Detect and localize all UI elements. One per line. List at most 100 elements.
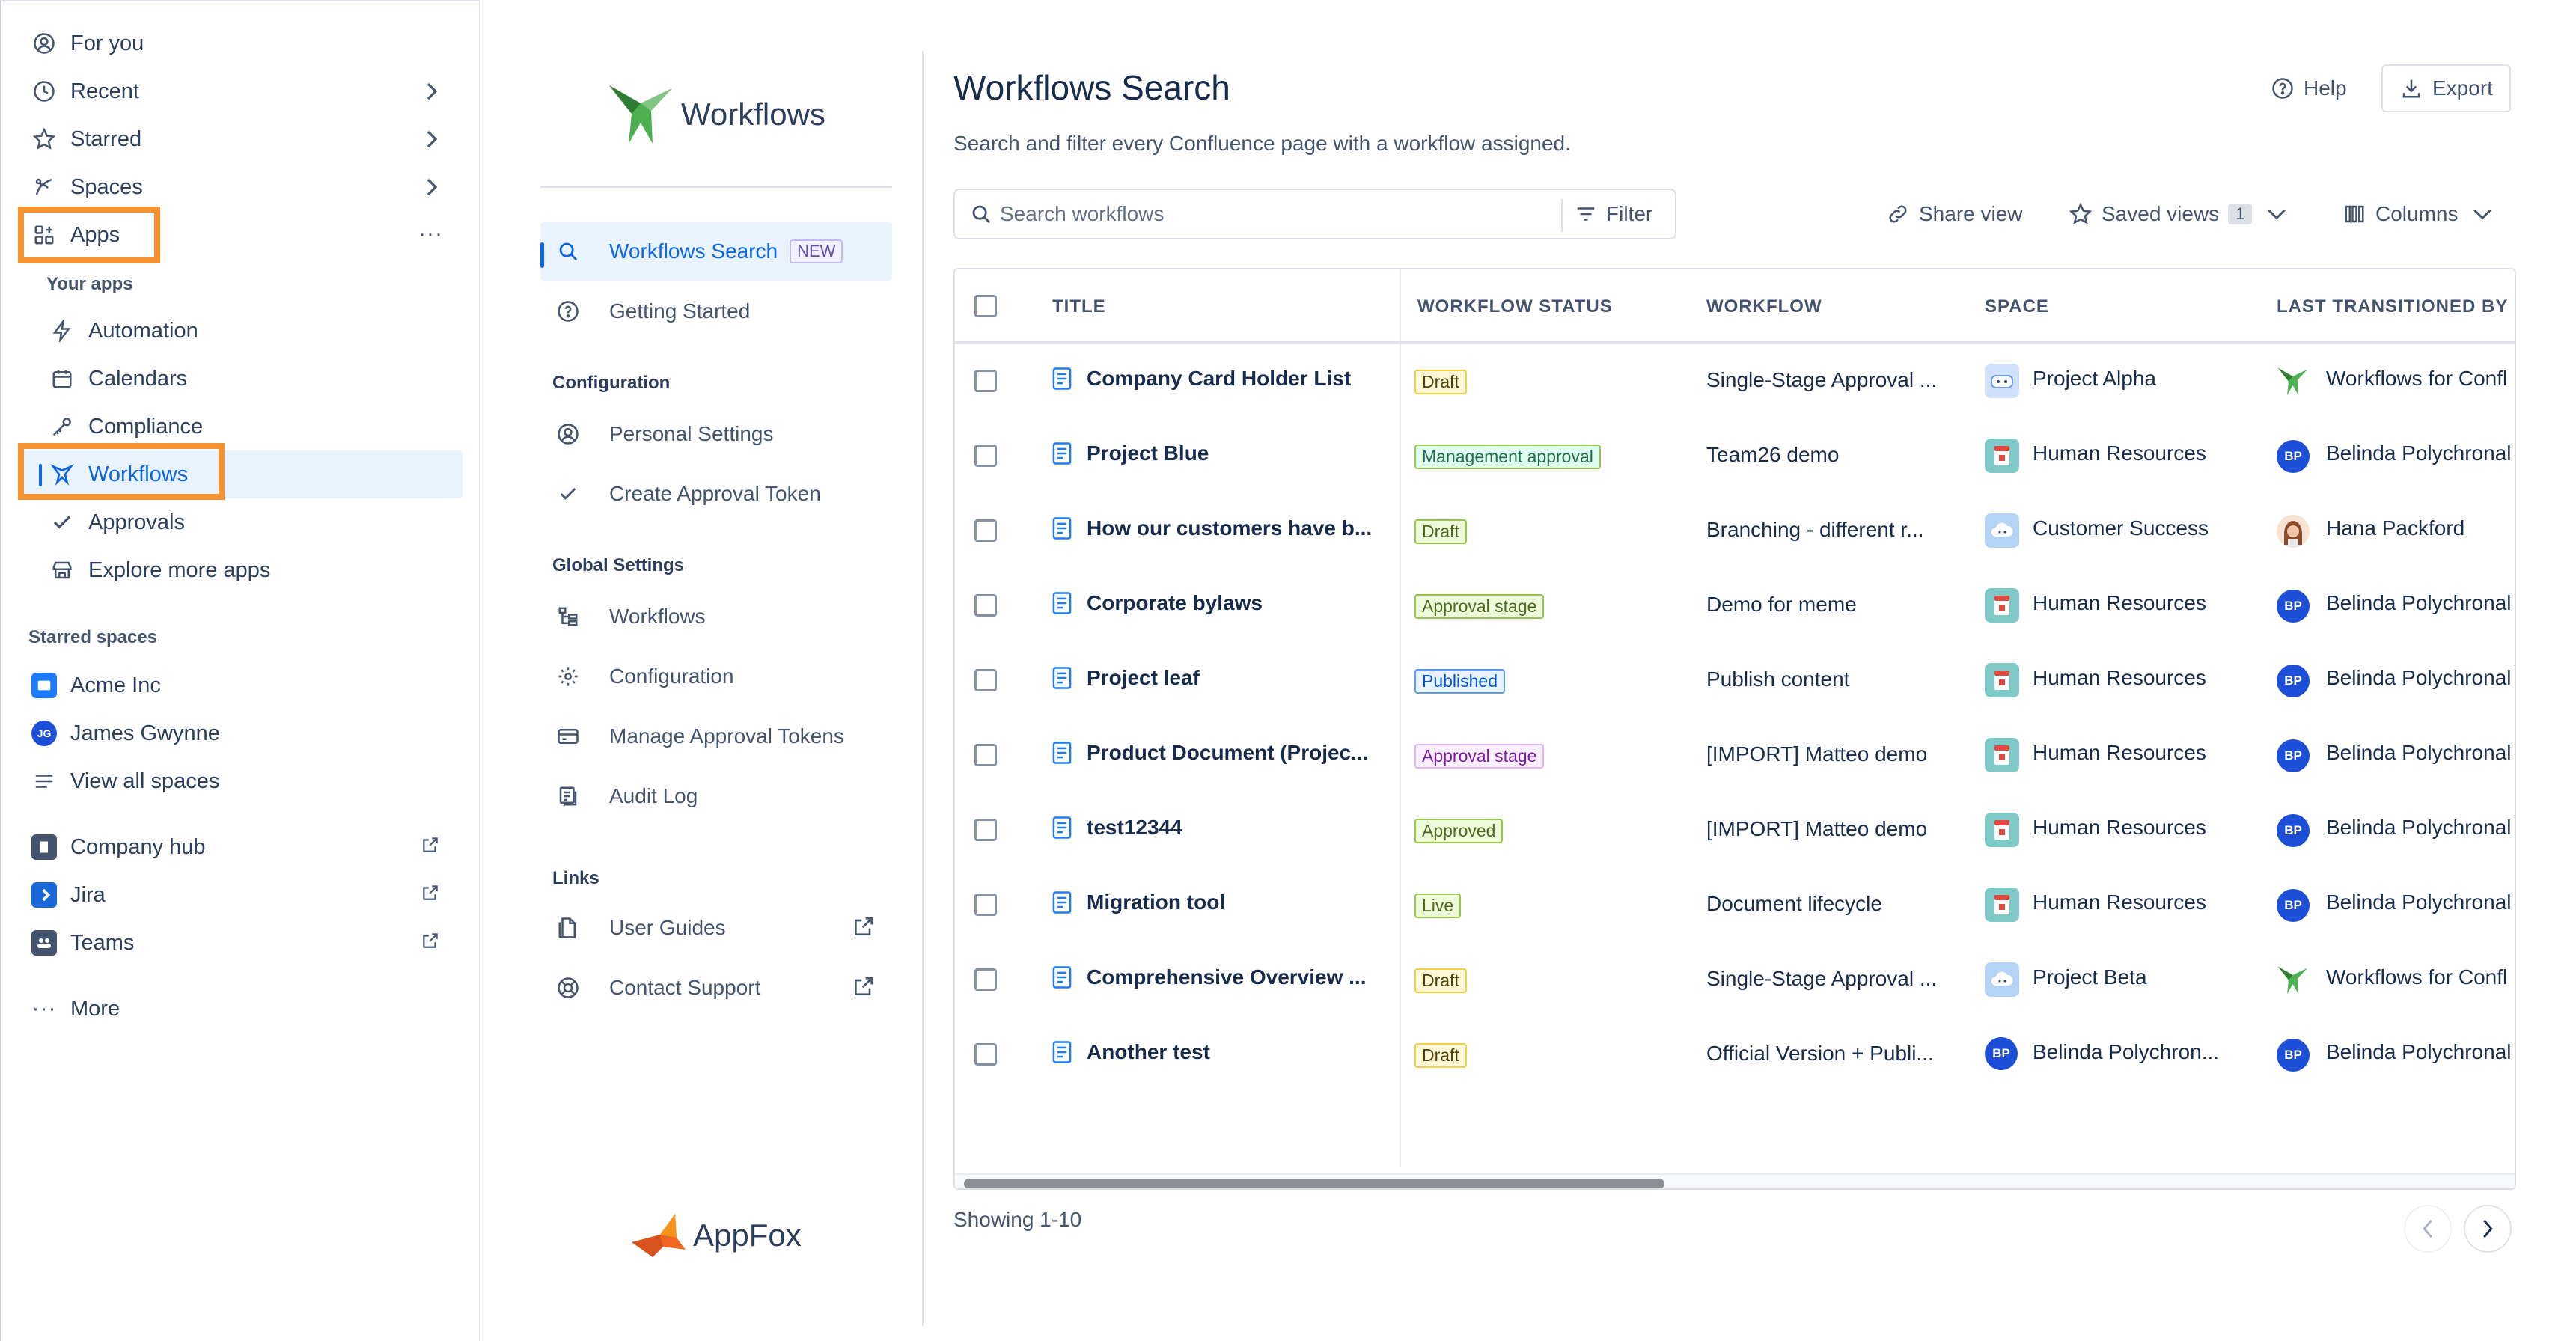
table-row[interactable]: Product Document (Projec... Approval stag… bbox=[955, 718, 2515, 793]
menu-getting-started[interactable]: Getting Started bbox=[540, 281, 892, 341]
share-view-button[interactable]: Share view bbox=[1886, 190, 2023, 238]
external-link-icon[interactable] bbox=[421, 883, 440, 902]
space-name-link[interactable]: Human Resources bbox=[2033, 591, 2280, 615]
menu-manage-approval-tokens[interactable]: Manage Approval Tokens bbox=[540, 706, 892, 766]
nav-more[interactable]: ··· More bbox=[21, 985, 463, 1033]
previous-page-button[interactable] bbox=[2404, 1205, 2452, 1253]
row-checkbox[interactable] bbox=[974, 968, 997, 991]
row-title-link[interactable]: Another test bbox=[1087, 1040, 1386, 1064]
nav-app-calendars[interactable]: Calendars bbox=[21, 355, 463, 403]
row-title-link[interactable]: Project Blue bbox=[1087, 442, 1386, 465]
table-row[interactable]: How our customers have b... Draft Branchin… bbox=[955, 494, 2515, 569]
nav-recent[interactable]: Recent bbox=[21, 67, 463, 115]
nav-teams[interactable]: Teams bbox=[21, 919, 463, 967]
column-header-title[interactable]: TITLE bbox=[1052, 296, 1106, 317]
row-checkbox[interactable] bbox=[974, 594, 997, 617]
table-row[interactable]: Migration tool Live Document lifecycle Huma… bbox=[955, 868, 2515, 943]
row-checkbox[interactable] bbox=[974, 370, 997, 392]
space-avatar-icon bbox=[1985, 813, 2019, 847]
menu-label: Configuration bbox=[609, 665, 734, 688]
space-name-link[interactable]: Project Beta bbox=[2033, 965, 2280, 989]
next-page-button[interactable] bbox=[2464, 1205, 2512, 1253]
nav-view-all-spaces[interactable]: View all spaces bbox=[21, 757, 463, 805]
external-link-icon[interactable] bbox=[421, 931, 440, 950]
question-circle-icon bbox=[2271, 76, 2295, 100]
nav-space-james[interactable]: JG James Gwynne bbox=[21, 709, 463, 757]
columns-button[interactable]: Columns bbox=[2342, 190, 2492, 238]
column-header-workflow[interactable]: WORKFLOW bbox=[1706, 296, 1822, 317]
last-transitioned-by-name: Belinda Polychronal bbox=[2326, 816, 2512, 839]
row-title-link[interactable]: Corporate bylaws bbox=[1087, 591, 1386, 615]
row-title-link[interactable]: Company Card Holder List bbox=[1087, 367, 1386, 391]
row-title-link[interactable]: Project leaf bbox=[1087, 666, 1386, 690]
row-title-link[interactable]: Comprehensive Overview ... bbox=[1087, 965, 1386, 989]
row-title-link[interactable]: How our customers have b... bbox=[1087, 516, 1386, 540]
column-header-last-transitioned-by[interactable]: LAST TRANSITIONED BY bbox=[2277, 296, 2508, 317]
last-transitioned-by-name: Belinda Polychronal bbox=[2326, 741, 2512, 764]
nav-app-explore[interactable]: Explore more apps bbox=[21, 546, 463, 594]
chevron-right-icon[interactable] bbox=[425, 82, 440, 100]
nav-app-automation[interactable]: Automation bbox=[21, 307, 463, 355]
select-all-checkbox[interactable] bbox=[974, 295, 997, 317]
more-actions-icon[interactable]: ··· bbox=[418, 222, 443, 247]
space-name-link[interactable]: Human Resources bbox=[2033, 666, 2280, 690]
search-input[interactable] bbox=[1000, 202, 1509, 226]
menu-workflows-search[interactable]: Workflows Search NEW bbox=[540, 222, 892, 281]
nav-starred[interactable]: Starred bbox=[21, 115, 463, 163]
menu-global-configuration[interactable]: Configuration bbox=[540, 647, 892, 706]
workflow-name: [IMPORT] Matteo demo bbox=[1706, 742, 1928, 766]
space-name-link[interactable]: Belinda Polychron... bbox=[2033, 1040, 2280, 1064]
row-title-link[interactable]: Product Document (Projec... bbox=[1087, 741, 1386, 765]
menu-create-approval-token[interactable]: Create Approval Token bbox=[540, 464, 892, 524]
user-avatar: BP bbox=[2277, 590, 2310, 623]
space-name-link[interactable]: Human Resources bbox=[2033, 442, 2280, 465]
space-name-link[interactable]: Human Resources bbox=[2033, 891, 2280, 914]
row-checkbox[interactable] bbox=[974, 445, 997, 467]
menu-audit-log[interactable]: Audit Log bbox=[540, 766, 892, 826]
menu-global-workflows[interactable]: Workflows bbox=[540, 587, 892, 647]
chevron-right-icon[interactable] bbox=[425, 130, 440, 148]
row-title-link[interactable]: Migration tool bbox=[1087, 891, 1386, 914]
star-icon bbox=[31, 126, 57, 152]
row-checkbox[interactable] bbox=[974, 744, 997, 766]
row-checkbox[interactable] bbox=[974, 894, 997, 916]
nav-space-acme[interactable]: Acme Inc bbox=[21, 662, 463, 709]
table-row[interactable]: test12344 Approved [IMPORT] Matteo demo Hum… bbox=[955, 793, 2515, 868]
external-link-icon[interactable] bbox=[852, 974, 876, 998]
saved-views-button[interactable]: Saved views 1 bbox=[2069, 190, 2286, 238]
table-row[interactable]: Corporate bylaws Approval stage Demo for m… bbox=[955, 569, 2515, 644]
table-row[interactable]: Project Blue Management approval Team26 de… bbox=[955, 419, 2515, 494]
table-row[interactable]: Another test Draft Official Version + Publ… bbox=[955, 1018, 2515, 1093]
filter-button[interactable]: Filter bbox=[1575, 190, 1652, 238]
row-checkbox[interactable] bbox=[974, 669, 997, 691]
space-name-link[interactable]: Project Alpha bbox=[2033, 367, 2280, 391]
column-header-workflow-status[interactable]: WORKFLOW STATUS bbox=[1417, 296, 1613, 317]
row-checkbox[interactable] bbox=[974, 1043, 997, 1066]
menu-user-guides[interactable]: User Guides bbox=[540, 898, 892, 958]
menu-contact-support[interactable]: Contact Support bbox=[540, 958, 892, 1018]
table-row[interactable]: Comprehensive Overview ... Draft Single-St… bbox=[955, 943, 2515, 1018]
column-header-space[interactable]: SPACE bbox=[1985, 296, 2049, 317]
nav-spaces[interactable]: Spaces bbox=[21, 163, 463, 211]
row-title-link[interactable]: test12344 bbox=[1087, 816, 1386, 840]
scrollbar-thumb[interactable] bbox=[964, 1179, 1664, 1188]
external-link-icon[interactable] bbox=[421, 835, 440, 855]
nav-jira[interactable]: Jira bbox=[21, 871, 463, 919]
horizontal-scrollbar[interactable] bbox=[955, 1173, 2515, 1188]
nav-for-you[interactable]: For you bbox=[21, 19, 463, 67]
export-button[interactable]: Export bbox=[2381, 64, 2511, 112]
help-button[interactable]: Help bbox=[2271, 64, 2347, 112]
table-row[interactable]: Company Card Holder List Draft Single-Stag… bbox=[955, 344, 2515, 419]
table-row[interactable]: Project leaf Published Publish content Huma… bbox=[955, 644, 2515, 718]
space-name-link[interactable]: Human Resources bbox=[2033, 741, 2280, 765]
space-name-link[interactable]: Customer Success bbox=[2033, 516, 2280, 540]
nav-app-approvals[interactable]: Approvals bbox=[21, 498, 463, 546]
row-checkbox[interactable] bbox=[974, 519, 997, 542]
page-icon bbox=[1051, 367, 1073, 391]
external-link-icon[interactable] bbox=[852, 914, 876, 938]
row-checkbox[interactable] bbox=[974, 819, 997, 841]
nav-company-hub[interactable]: Company hub bbox=[21, 823, 463, 871]
chevron-right-icon[interactable] bbox=[425, 178, 440, 196]
space-name-link[interactable]: Human Resources bbox=[2033, 816, 2280, 840]
menu-personal-settings[interactable]: Personal Settings bbox=[540, 404, 892, 464]
